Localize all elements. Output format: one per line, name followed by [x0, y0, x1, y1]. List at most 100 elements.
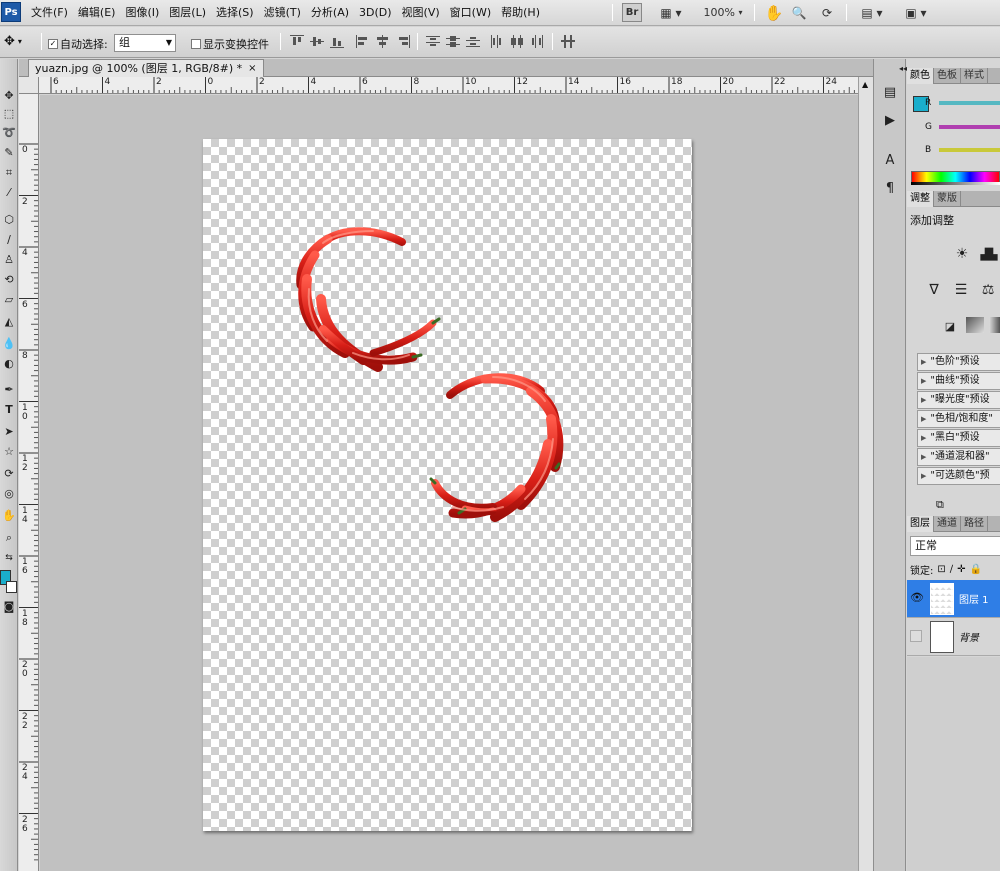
image-canvas[interactable] [203, 139, 692, 831]
align-top-icon[interactable] [290, 35, 304, 48]
tab-layers[interactable]: 图层 [907, 516, 934, 532]
lock-position-icon[interactable]: ✛ [957, 564, 965, 575]
menu-analysis[interactable]: 分析(A) [306, 0, 354, 26]
auto-align-layers-icon[interactable] [561, 35, 575, 48]
preset-channel-mixer[interactable]: ▶ "通道混和器" [917, 448, 1000, 466]
lasso-tool-icon[interactable]: ➰ [1, 124, 17, 141]
menu-file[interactable]: 文件(F) [26, 0, 73, 26]
path-selection-tool-icon[interactable]: ➤ [1, 423, 17, 440]
red-slider-bar[interactable] [939, 101, 1000, 105]
brightness-contrast-icon[interactable]: ☀ [952, 245, 972, 263]
distribute-top-icon[interactable] [426, 35, 440, 48]
selective-color-icon[interactable] [989, 317, 1000, 333]
dodge-tool-icon[interactable]: ◐ [1, 355, 17, 372]
menu-window[interactable]: 窗口(W) [445, 0, 496, 26]
brush-tool-icon[interactable]: ∕ [1, 231, 17, 248]
distribute-vcenter-icon[interactable] [446, 35, 460, 48]
hue-saturation-icon[interactable]: ☰ [951, 281, 971, 299]
preset-exposure[interactable]: ▶ "曝光度"预设 [917, 391, 1000, 409]
menu-view[interactable]: 视图(V) [397, 0, 445, 26]
visibility-toggle[interactable] [910, 630, 922, 642]
tab-paths[interactable]: 路径 [961, 516, 988, 532]
view-extras-button[interactable]: ▦ ▾ [654, 3, 688, 22]
align-hcenter-icon[interactable] [376, 35, 390, 48]
move-tool-icon[interactable]: ✥ [1, 87, 17, 104]
align-bottom-icon[interactable] [330, 35, 344, 48]
blue-slider-bar[interactable] [939, 148, 1000, 152]
green-slider[interactable]: G [925, 122, 1000, 132]
shape-tool-icon[interactable]: ☆ [1, 443, 17, 460]
levels-icon[interactable]: ▟▙ [979, 245, 999, 263]
scroll-up-arrow-icon[interactable]: ▲ [862, 80, 868, 89]
align-right-icon[interactable] [396, 35, 410, 48]
lock-all-icon[interactable]: 🔒 [970, 564, 982, 575]
layer-row-layer1[interactable]: 👁 图层 1 [907, 580, 1000, 618]
vibrance-icon[interactable]: ∇ [924, 281, 944, 299]
character-panel-icon[interactable]: A [881, 151, 899, 169]
eye-icon[interactable]: 👁 [910, 591, 924, 605]
preset-selective-color[interactable]: ▶ "可选颜色"预 [917, 467, 1000, 485]
lock-transparent-icon[interactable]: ⊡ [937, 564, 945, 575]
preset-curves[interactable]: ▶ "曲线"预设 [917, 372, 1000, 390]
auto-select-target-dropdown[interactable]: 组 ▼ [114, 34, 176, 52]
close-icon[interactable]: × [248, 61, 256, 77]
preset-levels[interactable]: ▶ "色阶"预设 [917, 353, 1000, 371]
3d-rotate-tool-icon[interactable]: ⟳ [1, 465, 17, 482]
menu-3d[interactable]: 3D(D) [354, 0, 397, 26]
tab-color[interactable]: 颜色 [907, 68, 934, 84]
menu-edit[interactable]: 编辑(E) [73, 0, 121, 26]
hand-tool-icon[interactable]: ✋ [1, 507, 17, 524]
history-panel-icon[interactable]: ▤ [881, 83, 899, 101]
type-tool-icon[interactable]: T [1, 401, 17, 418]
zoom-tool-icon[interactable]: ⌕ [1, 529, 17, 546]
layer-name[interactable]: 图层 1 [959, 591, 989, 606]
move-tool-preset-picker[interactable]: ✥ ▾ [4, 34, 22, 49]
crop-tool-icon[interactable]: ⌗ [1, 164, 17, 181]
preset-black-white[interactable]: ▶ "黑白"预设 [917, 429, 1000, 447]
arrange-documents-button[interactable]: ▤ ▾ [856, 3, 888, 22]
distribute-bottom-icon[interactable] [466, 35, 480, 48]
distribute-right-icon[interactable] [530, 35, 544, 48]
blend-mode-dropdown[interactable]: 正常 [910, 536, 1000, 556]
menu-select[interactable]: 选择(S) [211, 0, 259, 26]
tab-channels[interactable]: 通道 [934, 516, 961, 532]
menu-image[interactable]: 图像(I) [120, 0, 164, 26]
quick-selection-tool-icon[interactable]: ✎ [1, 144, 17, 161]
color-balance-icon[interactable]: ⚖ [978, 281, 998, 299]
swap-colors-icon[interactable]: ⇆ [1, 549, 17, 566]
menu-help[interactable]: 帮助(H) [496, 0, 545, 26]
screen-mode-button[interactable]: ▣ ▾ [900, 3, 932, 22]
tab-masks[interactable]: 蒙版 [934, 191, 961, 207]
red-slider[interactable]: R [925, 98, 1000, 108]
rotate-view-icon[interactable]: ⟳ [817, 3, 837, 22]
pen-tool-icon[interactable]: ✒ [1, 381, 17, 398]
auto-select-checkbox[interactable]: ✓ 自动选择: [48, 36, 108, 52]
vertical-scrollbar[interactable]: ▲ [858, 77, 873, 871]
blue-slider[interactable]: B [925, 145, 1000, 155]
layer-row-background[interactable]: 背景 [907, 618, 1000, 656]
photo-filter-icon[interactable]: ◪ [940, 317, 960, 335]
hand-tool-icon[interactable]: ✋ [765, 3, 784, 22]
document-tab[interactable]: yuazn.jpg @ 100% (图层 1, RGB/8#) * × [28, 59, 264, 77]
quick-mask-icon[interactable]: ◙ [1, 598, 17, 615]
actions-panel-icon[interactable]: ▶ [881, 111, 899, 129]
zoom-tool-icon[interactable]: 🔍 [790, 3, 808, 22]
history-brush-tool-icon[interactable]: ⟲ [1, 271, 17, 288]
healing-brush-tool-icon[interactable]: ⬡ [1, 211, 17, 228]
bridge-button[interactable]: Br [622, 3, 642, 22]
align-vcenter-icon[interactable] [310, 35, 324, 48]
blur-tool-icon[interactable]: 💧 [1, 335, 17, 352]
eraser-tool-icon[interactable]: ▱ [1, 291, 17, 308]
distribute-hcenter-icon[interactable] [510, 35, 524, 48]
clone-stamp-tool-icon[interactable]: ♙ [1, 251, 17, 268]
tab-adjustments[interactable]: 调整 [907, 191, 934, 207]
tab-swatches[interactable]: 色板 [934, 68, 961, 84]
checkbox-box[interactable] [191, 39, 201, 49]
distribute-left-icon[interactable] [490, 35, 504, 48]
menu-filter[interactable]: 滤镜(T) [259, 0, 306, 26]
menu-layer[interactable]: 图层(L) [164, 0, 211, 26]
tab-styles[interactable]: 样式 [961, 68, 988, 84]
gradient-map-icon[interactable] [966, 317, 984, 333]
preset-hue-saturation[interactable]: ▶ "色相/饱和度" [917, 410, 1000, 428]
horizontal-ruler[interactable]: 6 4 2 0 2 4 6 8 10 12 14 16 18 20 22 24 [39, 77, 858, 94]
